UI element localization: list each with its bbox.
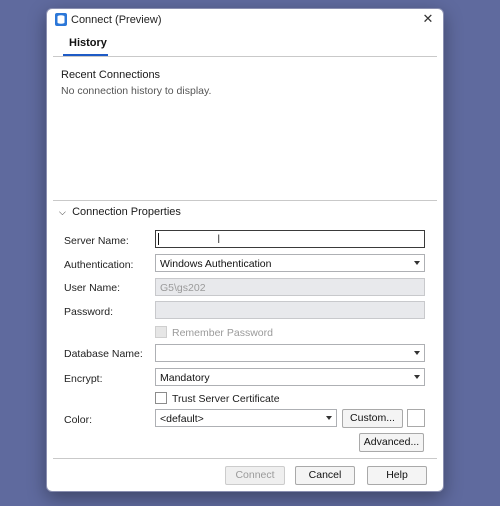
- advanced-button[interactable]: Advanced...: [359, 433, 424, 452]
- dropdown-arrow-icon: [414, 375, 420, 379]
- custom-color-button[interactable]: Custom...: [342, 409, 403, 428]
- tab-history[interactable]: History: [69, 37, 107, 49]
- dropdown-arrow-icon: [326, 416, 332, 420]
- text-caret: [158, 233, 159, 245]
- dropdown-arrow-icon: [414, 351, 420, 355]
- close-icon[interactable]: ✕: [421, 12, 435, 26]
- help-button[interactable]: Help: [367, 466, 427, 485]
- authentication-value: Windows Authentication: [160, 258, 272, 270]
- password-input[interactable]: [155, 301, 425, 319]
- user-name-value: G5\gs202: [160, 282, 206, 294]
- connection-properties-label: Connection Properties: [72, 206, 181, 218]
- footer-divider: [53, 458, 437, 459]
- remember-password-label: Remember Password: [172, 327, 273, 339]
- connection-properties-toggle[interactable]: ⌵ Connection Properties: [59, 206, 181, 218]
- server-name-input[interactable]: [155, 230, 425, 248]
- connect-button[interactable]: Connect: [225, 466, 285, 485]
- authentication-label: Authentication:: [64, 259, 134, 271]
- section-divider: [53, 200, 437, 201]
- encrypt-value: Mandatory: [160, 372, 210, 384]
- database-name-select[interactable]: [155, 344, 425, 362]
- encrypt-select[interactable]: Mandatory: [155, 368, 425, 386]
- database-name-label: Database Name:: [64, 348, 143, 360]
- encrypt-label: Encrypt:: [64, 373, 103, 385]
- authentication-select[interactable]: Windows Authentication: [155, 254, 425, 272]
- title-bar: Connect (Preview) ✕: [47, 9, 443, 31]
- cancel-button[interactable]: Cancel: [295, 466, 355, 485]
- recent-connections-heading: Recent Connections: [61, 69, 161, 81]
- dropdown-arrow-icon: [414, 261, 420, 265]
- connect-dialog: Connect (Preview) ✕ History Recent Conne…: [46, 8, 444, 492]
- user-name-input[interactable]: G5\gs202: [155, 278, 425, 296]
- remember-password-checkbox[interactable]: [155, 326, 167, 338]
- chevron-down-icon: ⌵: [59, 207, 66, 217]
- server-name-label: Server Name:: [64, 235, 129, 247]
- color-select[interactable]: <default>: [155, 409, 337, 427]
- user-name-label: User Name:: [64, 282, 121, 294]
- trust-server-certificate-checkbox[interactable]: [155, 392, 167, 404]
- trust-server-certificate-label: Trust Server Certificate: [172, 393, 280, 405]
- ibeam-cursor-icon: I: [217, 232, 221, 246]
- color-swatch[interactable]: [407, 409, 425, 427]
- color-label: Color:: [64, 414, 93, 426]
- window-title: Connect (Preview): [71, 14, 162, 26]
- tab-divider: [53, 56, 437, 57]
- no-history-message: No connection history to display.: [61, 85, 212, 97]
- app-database-icon: [55, 13, 67, 26]
- password-label: Password:: [64, 306, 114, 318]
- color-value: <default>: [160, 413, 204, 425]
